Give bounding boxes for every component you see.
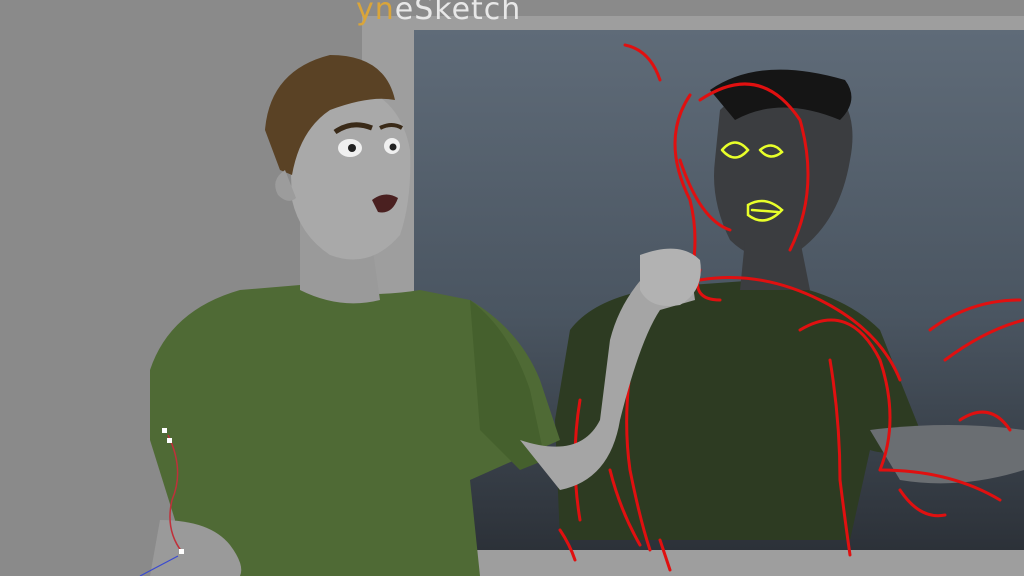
control-point[interactable] bbox=[179, 549, 184, 554]
control-point[interactable] bbox=[162, 428, 167, 433]
control-point[interactable] bbox=[167, 438, 172, 443]
scene-canvas bbox=[139, 43, 1024, 576]
3d-viewport[interactable]: yneSketch bbox=[0, 0, 1024, 576]
